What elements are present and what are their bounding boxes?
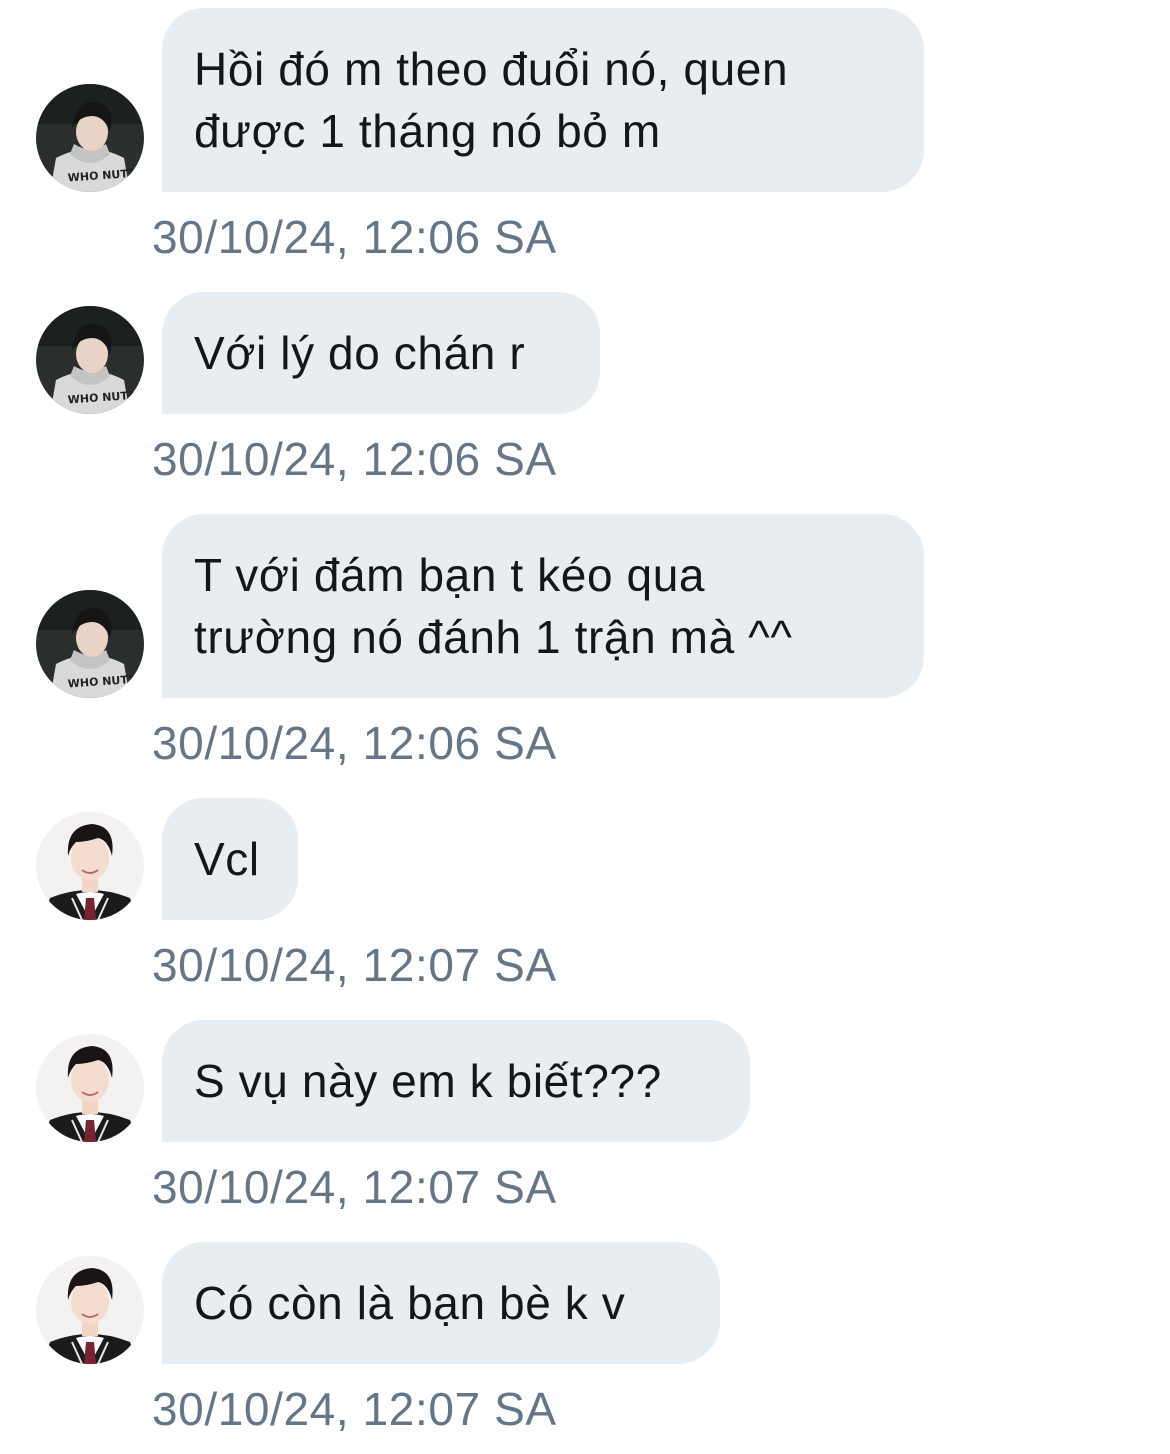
message-bubble[interactable]: Vcl [162,798,298,920]
avatar[interactable]: WHO NUT?! [36,590,144,698]
avatar[interactable]: WHO NUT?! [36,306,144,414]
message-bubble[interactable]: S vụ này em k biết??? [162,1020,750,1142]
message-bubble[interactable]: T với đám bạn t kéo qua trường nó đánh 1… [162,514,924,698]
message-timestamp: 30/10/24, 12:06 SA [152,717,557,769]
avatar[interactable] [36,812,144,920]
avatar-hoodie-icon: WHO NUT?! [36,590,144,698]
message-bubble[interactable]: Hồi đó m theo đuổi nó, quen được 1 tháng… [162,8,924,192]
avatar[interactable]: WHO NUT?! [36,84,144,192]
message-bubble[interactable]: Với lý do chán r [162,292,600,414]
avatar-hoodie-icon: WHO NUT?! [36,84,144,192]
message-timestamp: 30/10/24, 12:07 SA [152,1161,557,1213]
avatar-uniform-icon [36,1034,144,1142]
avatar[interactable] [36,1256,144,1364]
message-timestamp: 30/10/24, 12:06 SA [152,433,557,485]
message-timestamp: 30/10/24, 12:07 SA [152,939,557,991]
message-bubble[interactable]: Có còn là bạn bè k v [162,1242,720,1364]
message-timestamp: 30/10/24, 12:07 SA [152,1383,557,1435]
avatar-uniform-icon [36,1256,144,1364]
message-timestamp: 30/10/24, 12:06 SA [152,211,557,263]
avatar-uniform-icon [36,812,144,920]
avatar[interactable] [36,1034,144,1142]
avatar-hoodie-icon: WHO NUT?! [36,306,144,414]
